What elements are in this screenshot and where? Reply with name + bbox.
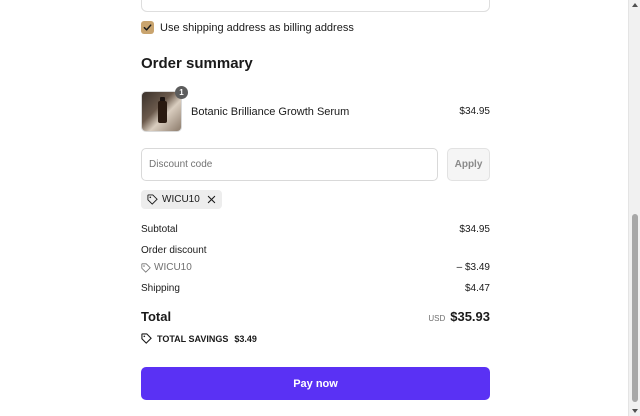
order-summary-title: Order summary [141,55,253,72]
product-name: Botanic Brilliance Growth Serum [191,105,350,118]
pay-now-button[interactable]: Pay now [141,367,490,400]
close-icon [207,195,215,204]
shipping-row: Shipping $4.47 [141,283,490,294]
line-item: 1 Botanic Brilliance Growth Serum $34.95 [141,86,490,132]
tag-icon [147,194,158,205]
total-savings-label: TOTAL SAVINGS [157,333,229,344]
tag-icon [141,262,151,273]
quantity-badge: 1 [175,86,188,99]
billing-checkbox[interactable] [141,21,154,34]
billing-checkbox-label: Use shipping address as billing address [160,21,354,34]
bottle [158,101,167,123]
shipping-value: $4.47 [464,283,490,294]
product-image [141,91,182,132]
order-discount-value: – $3.49 [456,262,490,273]
total-label: Total [141,309,172,324]
tag-icon [141,333,152,344]
total-amount: $35.93 [450,309,490,324]
subtotal-label: Subtotal [141,224,178,235]
discount-code-input[interactable] [141,148,438,181]
currency-code: USD [428,314,446,323]
scroll-up-arrow-icon[interactable] [632,3,638,7]
order-discount-detail-row: WICU10 – $3.49 [141,262,490,273]
scrollbar-thumb[interactable] [632,214,638,402]
total-value-group: USD $35.93 [428,309,490,324]
order-discount-row: Order discount [141,245,490,256]
billing-same-as-shipping[interactable]: Use shipping address as billing address [141,21,354,34]
applied-discount-chip: WICU10 [141,190,222,209]
order-discount-label: Order discount [141,245,207,256]
checkmark-icon [143,24,152,31]
subtotal-row: Subtotal $34.95 [141,224,490,235]
previous-address-field[interactable] [141,0,490,12]
order-discount-code: WICU10 [154,262,192,273]
scroll-down-arrow-icon[interactable] [632,409,638,413]
product-price: $34.95 [459,106,490,117]
apply-discount-button[interactable]: Apply [447,148,490,181]
product-thumbnail: 1 [141,86,188,132]
shipping-label: Shipping [141,283,180,294]
total-savings-amount: $3.49 [234,333,257,344]
total-savings-row: TOTAL SAVINGS $3.49 [141,333,257,344]
remove-discount-button[interactable] [207,195,216,204]
total-row: Total USD $35.93 [141,309,490,324]
subtotal-value: $34.95 [459,224,490,235]
discount-form: Apply [141,148,490,181]
page-scrollbar[interactable] [628,0,640,416]
applied-discount-code: WICU10 [162,194,200,205]
